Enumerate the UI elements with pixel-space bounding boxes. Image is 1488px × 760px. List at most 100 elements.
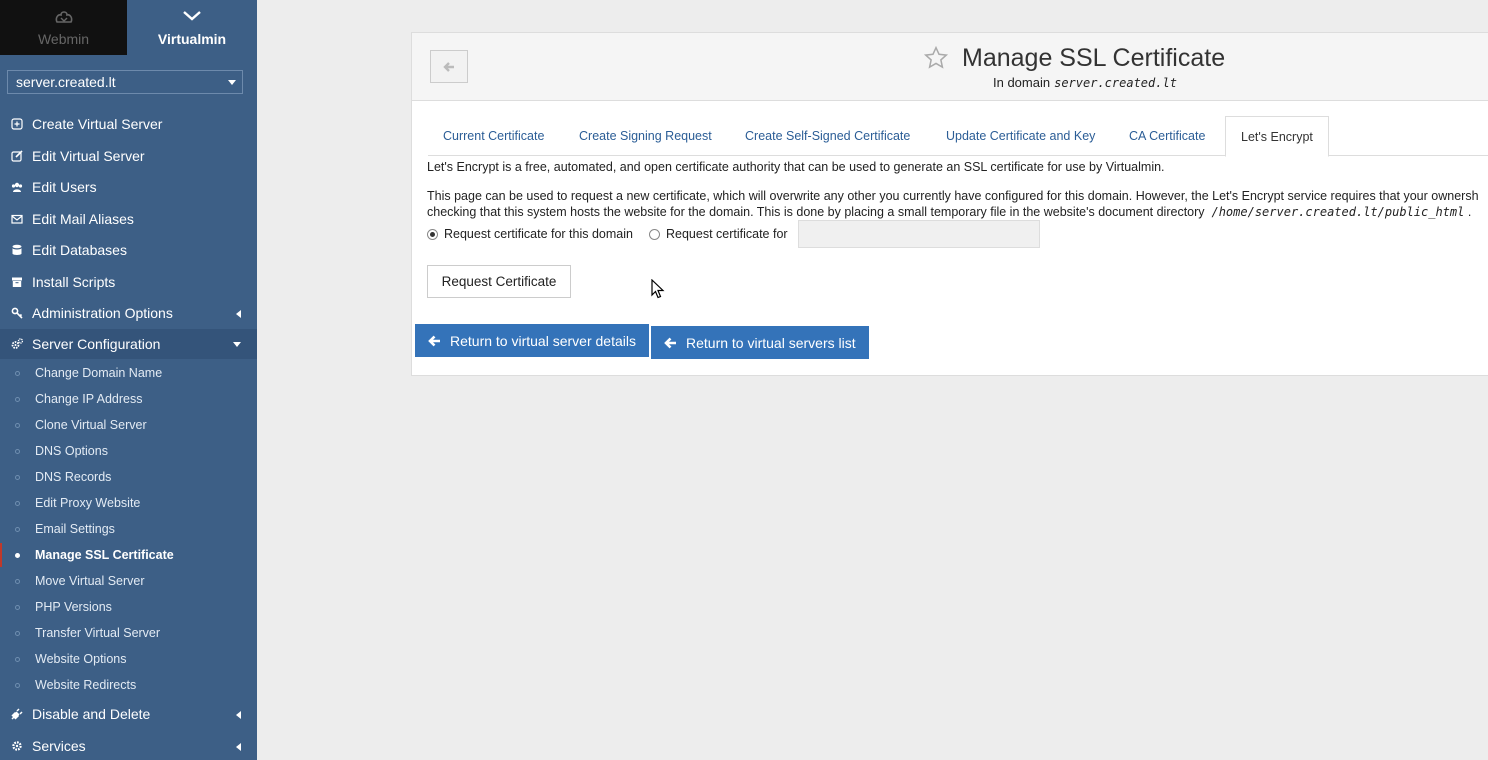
- radio-button[interactable]: [427, 228, 438, 240]
- description-line-2-end: .: [1467, 205, 1472, 219]
- virtualmin-label: Virtualmin: [157, 31, 227, 47]
- menu-label: Administration Options: [32, 305, 173, 321]
- bullet-icon: [15, 552, 20, 558]
- description-text: This page can be used to request a new c…: [427, 188, 1479, 220]
- certificate-domain-radio-group: Request certificate for this domain Requ…: [427, 220, 1040, 248]
- tab-lets-encrypt[interactable]: Let's Encrypt: [1225, 116, 1329, 157]
- menu-label: Disable and Delete: [32, 706, 151, 722]
- submenu-php-versions[interactable]: PHP Versions: [0, 595, 257, 619]
- submenu-label: Manage SSL Certificate: [35, 548, 174, 562]
- sidebar: Webmin Virtualmin server.created.lt Crea…: [0, 0, 257, 760]
- archive-icon: [12, 277, 22, 287]
- domain-select[interactable]: server.created.lt: [7, 70, 243, 94]
- menu-services[interactable]: Services: [0, 731, 257, 760]
- webmin-switch[interactable]: Webmin: [0, 0, 127, 55]
- menu-edit-mail-aliases[interactable]: Edit Mail Aliases: [0, 204, 257, 234]
- bullet-icon: [15, 682, 20, 688]
- cogs-icon: [11, 338, 23, 349]
- submenu-label: Change IP Address: [35, 392, 143, 406]
- caret-down-icon: [228, 80, 236, 85]
- tab-current-certificate[interactable]: Current Certificate: [428, 116, 559, 156]
- return-list-button[interactable]: Return to virtual servers list: [651, 326, 869, 359]
- bullet-icon: [15, 500, 20, 506]
- edit-icon: [11, 150, 23, 162]
- menu-install-scripts[interactable]: Install Scripts: [0, 267, 257, 297]
- radio-this-domain[interactable]: Request certificate for this domain: [427, 227, 633, 241]
- menu-edit-databases[interactable]: Edit Databases: [0, 235, 257, 265]
- bullet-icon: [15, 526, 20, 532]
- submenu-website-options[interactable]: Website Options: [0, 647, 257, 671]
- plus-square-icon: [11, 118, 23, 130]
- back-button[interactable]: [430, 50, 468, 83]
- star-icon[interactable]: [923, 45, 949, 71]
- submenu-dns-records[interactable]: DNS Records: [0, 465, 257, 489]
- tab-update-cert-key[interactable]: Update Certificate and Key: [931, 116, 1110, 156]
- submenu-change-domain-name[interactable]: Change Domain Name: [0, 361, 257, 385]
- gear-icon: [12, 741, 22, 751]
- submenu-label: Clone Virtual Server: [35, 418, 147, 432]
- menu-label: Edit Mail Aliases: [32, 211, 134, 227]
- menu-label: Install Scripts: [32, 274, 116, 290]
- submenu-label: Website Options: [35, 652, 127, 666]
- bullet-icon: [15, 656, 20, 662]
- submenu-label: Edit Proxy Website: [35, 496, 141, 510]
- menu-edit-virtual-server[interactable]: Edit Virtual Server: [0, 141, 257, 171]
- arrow-left-icon: [664, 337, 676, 348]
- plug-icon: [11, 708, 23, 720]
- submenu-transfer-virtual-server[interactable]: Transfer Virtual Server: [0, 621, 257, 645]
- menu-create-virtual-server[interactable]: Create Virtual Server: [0, 109, 257, 139]
- menu-label: Server Configuration: [32, 336, 161, 352]
- users-icon: [11, 182, 23, 192]
- virtualmin-switch[interactable]: Virtualmin: [127, 0, 257, 55]
- menu-label: Edit Users: [32, 179, 97, 195]
- menu-administration-options[interactable]: Administration Options: [0, 298, 257, 328]
- submenu-label: Move Virtual Server: [35, 574, 145, 588]
- menu-label: Edit Virtual Server: [32, 148, 145, 164]
- return-details-button[interactable]: Return to virtual server details: [415, 324, 649, 357]
- arrow-left-icon: [443, 61, 454, 72]
- menu-server-configuration[interactable]: Server Configuration: [0, 329, 257, 359]
- submenu-edit-proxy-website[interactable]: Edit Proxy Website: [0, 491, 257, 515]
- submenu-manage-ssl-certificate[interactable]: Manage SSL Certificate: [0, 543, 257, 567]
- menu-disable-and-delete[interactable]: Disable and Delete: [0, 699, 257, 729]
- request-certificate-button[interactable]: Request Certificate: [427, 265, 571, 298]
- tab-create-self-signed[interactable]: Create Self-Signed Certificate: [730, 116, 925, 156]
- radio-custom-domains[interactable]: Request certificate for: [648, 227, 788, 241]
- radio-button[interactable]: [648, 228, 660, 240]
- description-line-1: This page can be used to request a new c…: [427, 189, 1479, 203]
- submenu-dns-options[interactable]: DNS Options: [0, 439, 257, 463]
- submenu-website-redirects[interactable]: Website Redirects: [0, 673, 257, 697]
- button-label: Return to virtual servers list: [686, 334, 856, 351]
- tab-create-signing-request[interactable]: Create Signing Request: [564, 116, 727, 156]
- bullet-icon: [15, 578, 20, 584]
- webmin-logo-icon: [55, 11, 72, 23]
- submenu-move-virtual-server[interactable]: Move Virtual Server: [0, 569, 257, 593]
- panel-header: Manage SSL Certificate In domain server.c…: [412, 33, 1488, 101]
- description-line-2-text: checking that this system hosts the webs…: [427, 205, 1205, 219]
- tab-ca-certificate[interactable]: CA Certificate: [1114, 116, 1220, 156]
- arrow-left-icon: [428, 335, 440, 346]
- key-icon: [11, 307, 23, 319]
- mouse-cursor-icon: [651, 279, 665, 299]
- custom-domains-input[interactable]: [797, 220, 1040, 248]
- bullet-icon: [15, 422, 20, 428]
- menu-label: Services: [32, 738, 86, 754]
- submenu-label: Email Settings: [35, 522, 115, 536]
- bullet-icon: [15, 630, 20, 636]
- submenu-email-settings[interactable]: Email Settings: [0, 517, 257, 541]
- envelope-icon: [11, 214, 23, 224]
- bullet-icon: [15, 448, 20, 454]
- submenu-label: PHP Versions: [35, 600, 112, 614]
- submenu-label: Website Redirects: [35, 678, 137, 692]
- bullet-icon: [15, 474, 20, 480]
- menu-label: Create Virtual Server: [32, 116, 163, 132]
- intro-text: Let's Encrypt is a free, automated, and …: [427, 160, 1165, 174]
- subtitle-prefix: In domain: [993, 75, 1051, 90]
- menu-label: Edit Databases: [32, 242, 127, 258]
- page-title: Manage SSL Certificate: [962, 44, 1226, 72]
- radio-label: Request certificate for this domain: [444, 227, 633, 241]
- submenu-clone-virtual-server[interactable]: Clone Virtual Server: [0, 413, 257, 437]
- menu-edit-users[interactable]: Edit Users: [0, 172, 257, 202]
- bullet-icon: [15, 370, 20, 376]
- submenu-change-ip-address[interactable]: Change IP Address: [0, 387, 257, 411]
